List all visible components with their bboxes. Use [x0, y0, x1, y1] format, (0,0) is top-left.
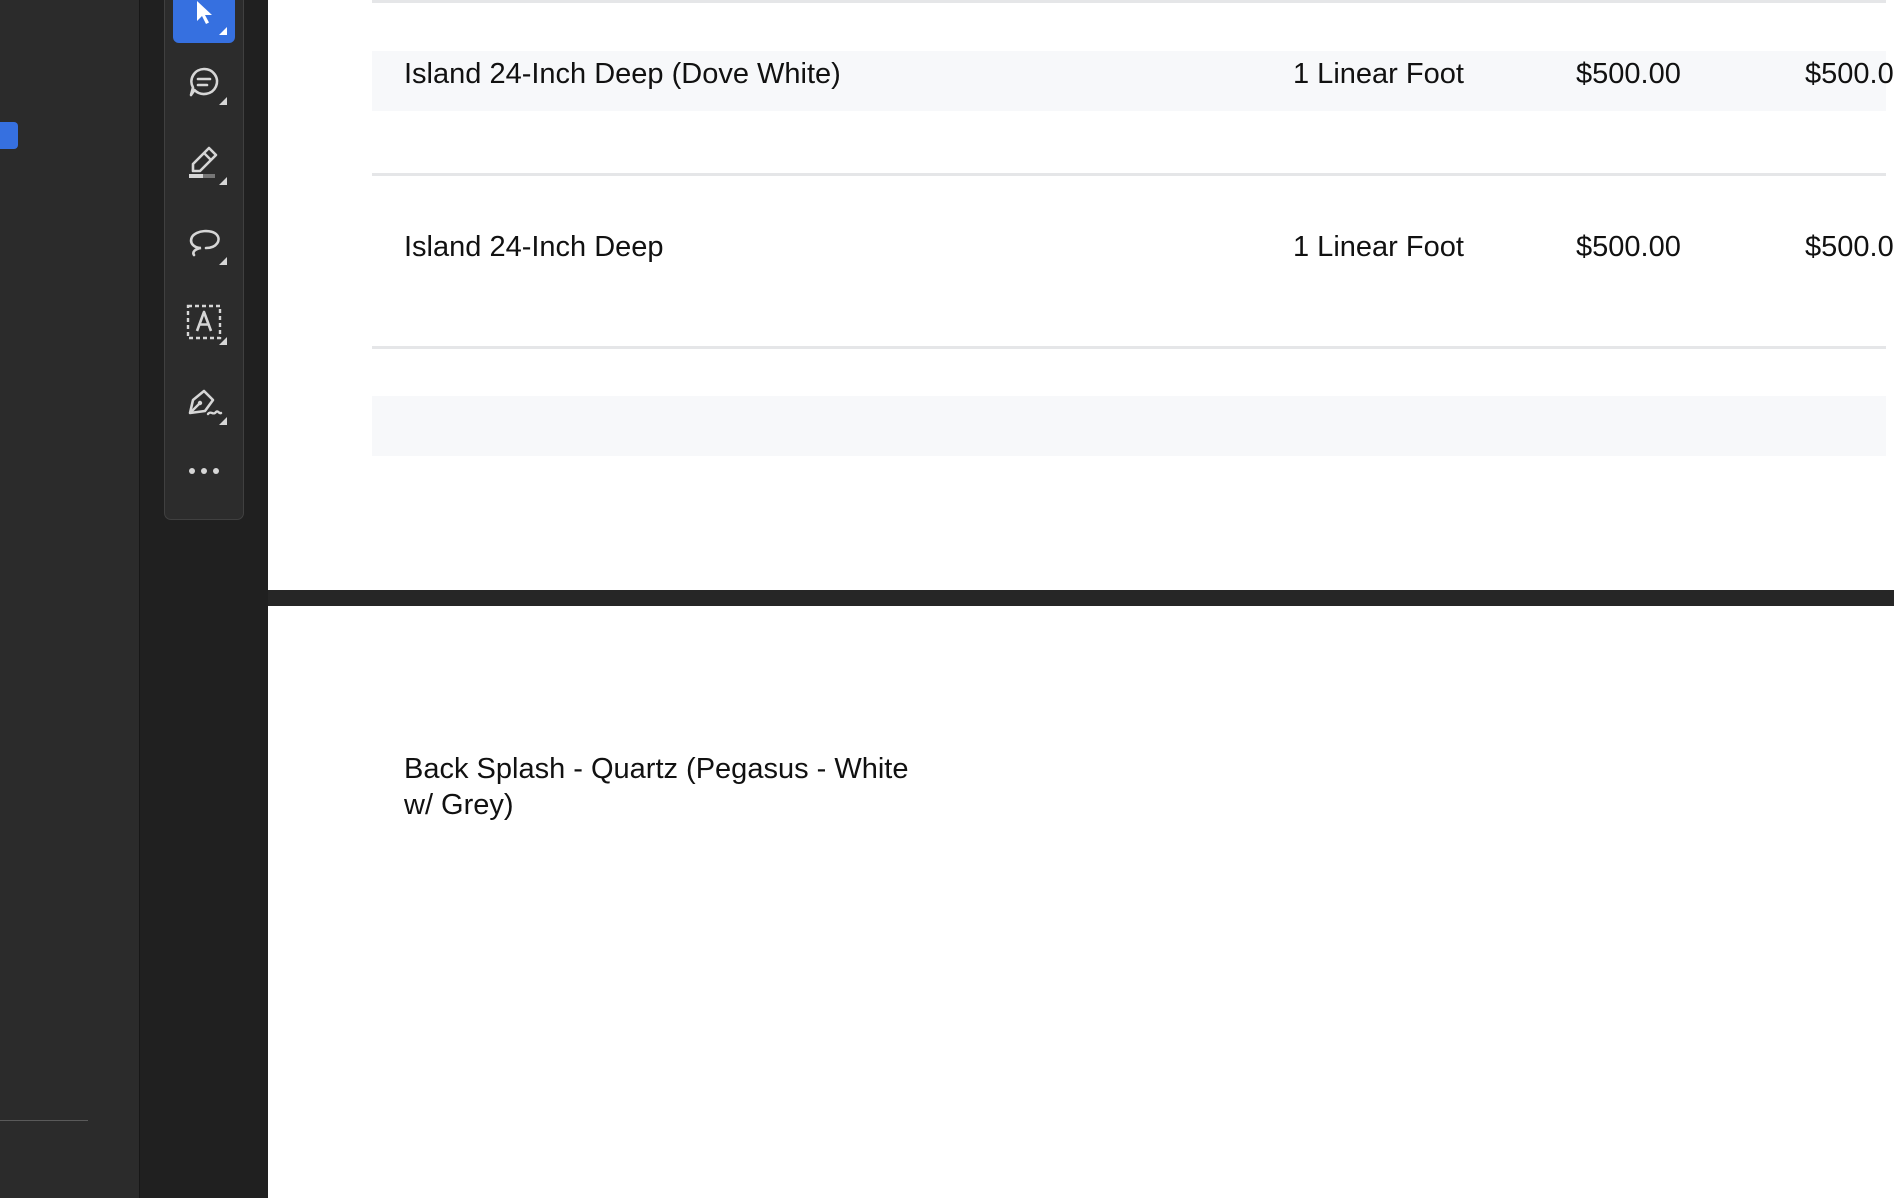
row-shading: [372, 396, 1886, 456]
panel-divider: [0, 1120, 88, 1121]
page-separator: [268, 590, 1894, 606]
more-tools-button[interactable]: [173, 440, 235, 502]
tool-options-indicator: [219, 257, 227, 265]
table-divider: [372, 173, 1886, 176]
item-rate: $500.00: [1576, 231, 1681, 263]
document-page: Back Splash - Quartz (Pegasus - White w/…: [268, 606, 1894, 1198]
highlighter-pen-icon: [189, 146, 218, 178]
select-tool-button[interactable]: [173, 0, 235, 43]
item-description: Island 24-Inch Deep (Dove White): [404, 58, 841, 90]
tool-options-indicator: [219, 177, 227, 185]
text-tool-button[interactable]: [173, 291, 235, 353]
more-options-icon: [189, 468, 219, 474]
item-description: Island 24-Inch Deep: [404, 231, 664, 263]
tool-options-indicator: [219, 417, 227, 425]
item-quantity: 1 Linear Foot: [1293, 231, 1464, 263]
comment-tool-button[interactable]: [173, 51, 235, 113]
annotation-toolbar: [164, 0, 244, 520]
sign-tool-button[interactable]: [173, 371, 235, 433]
tool-options-indicator: [219, 27, 227, 35]
table-divider: [372, 346, 1886, 349]
document-page: Island 24-Inch Deep (Dove White) 1 Linea…: [268, 0, 1894, 590]
comment-icon: [189, 67, 219, 97]
item-quantity: 1 Linear Foot: [1293, 58, 1464, 90]
item-amount: $500.0: [1805, 58, 1894, 90]
signature-pen-icon: [188, 389, 223, 416]
draw-tool-button[interactable]: [173, 211, 235, 273]
selected-indicator[interactable]: [0, 122, 18, 149]
item-amount: $500.0: [1805, 231, 1894, 263]
left-side-panel: [0, 0, 140, 1198]
item-rate: $500.00: [1576, 58, 1681, 90]
table-divider: [372, 0, 1886, 3]
item-description: Back Splash - Quartz (Pegasus - White w/…: [404, 753, 909, 821]
text-box-icon: [186, 304, 222, 340]
freehand-draw-icon: [189, 229, 220, 257]
highlight-tool-button[interactable]: [173, 131, 235, 193]
tool-options-indicator: [219, 97, 227, 105]
select-arrow-icon: [197, 1, 212, 24]
tool-options-indicator: [219, 337, 227, 345]
